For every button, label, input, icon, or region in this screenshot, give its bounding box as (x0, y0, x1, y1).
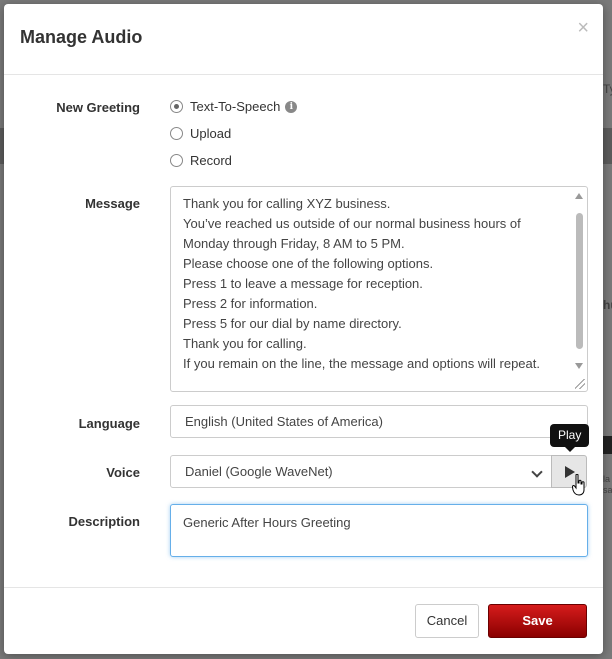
radio-label: Record (190, 153, 232, 168)
message-line: You’ve reached us outside of our normal … (183, 216, 521, 231)
dialog-title: Manage Audio (20, 27, 143, 47)
dialog-header: Manage Audio × (4, 4, 603, 75)
background-text-ty: Ty (603, 82, 612, 96)
message-line: Press 5 for our dial by name directory. (183, 316, 402, 331)
background-text-sa: sa (603, 485, 612, 495)
message-line: Thank you for calling XYZ business. (183, 196, 391, 211)
voice-label: Voice (106, 465, 140, 480)
language-label: Language (78, 416, 140, 431)
description-input[interactable]: Generic After Hours Greeting (170, 504, 588, 557)
close-icon[interactable]: × (577, 18, 589, 38)
scroll-thumb[interactable] (576, 213, 583, 349)
message-text: Thank you for calling XYZ business. You’… (183, 196, 567, 376)
scroll-down-icon[interactable] (575, 363, 583, 369)
message-line: Please choose one of the following optio… (183, 256, 434, 271)
message-line: Press 1 to leave a message for reception… (183, 276, 423, 291)
radio-upload[interactable]: Upload (170, 126, 231, 141)
radio-text-to-speech[interactable]: Text-To-Speech i (170, 99, 298, 114)
message-textarea[interactable]: Thank you for calling XYZ business. You’… (170, 186, 588, 392)
voice-value: Daniel (Google WaveNet) (185, 464, 333, 479)
new-greeting-label: New Greeting (56, 100, 140, 115)
scroll-up-icon[interactable] (575, 193, 583, 199)
radio-record[interactable]: Record (170, 153, 232, 168)
message-line: Thank you for calling. (183, 336, 307, 351)
chevron-down-icon (531, 466, 543, 478)
play-tooltip: Play (550, 424, 590, 452)
background-dark-strip (603, 436, 612, 454)
radio-button[interactable] (170, 100, 183, 113)
message-line: Press 2 for information. (183, 296, 318, 311)
hand-cursor-icon (572, 474, 585, 496)
radio-button[interactable] (170, 127, 183, 140)
background-text-la: la (603, 474, 611, 484)
resize-grip-icon[interactable] (575, 379, 585, 389)
message-line: If you remain on the line, the message a… (183, 356, 540, 371)
info-icon[interactable]: i (285, 100, 298, 113)
language-value: English (United States of America) (185, 414, 383, 429)
voice-select[interactable]: Daniel (Google WaveNet) (170, 455, 552, 488)
description-value: Generic After Hours Greeting (183, 515, 351, 530)
message-label: Message (85, 196, 140, 211)
manage-audio-dialog: Manage Audio × New Greeting Text-To-Spee… (4, 4, 603, 654)
description-label: Description (68, 514, 140, 529)
cancel-button[interactable]: Cancel (415, 604, 479, 638)
message-scrollbar[interactable] (574, 193, 584, 369)
radio-label: Upload (190, 126, 232, 141)
radio-label: Text-To-Speech (190, 99, 281, 114)
background-text-hu: hu (603, 298, 612, 312)
radio-button[interactable] (170, 154, 183, 167)
message-line: Monday through Friday, 8 AM to 5 PM. (183, 236, 405, 251)
save-button[interactable]: Save (488, 604, 587, 638)
language-select[interactable]: English (United States of America) (170, 405, 588, 438)
